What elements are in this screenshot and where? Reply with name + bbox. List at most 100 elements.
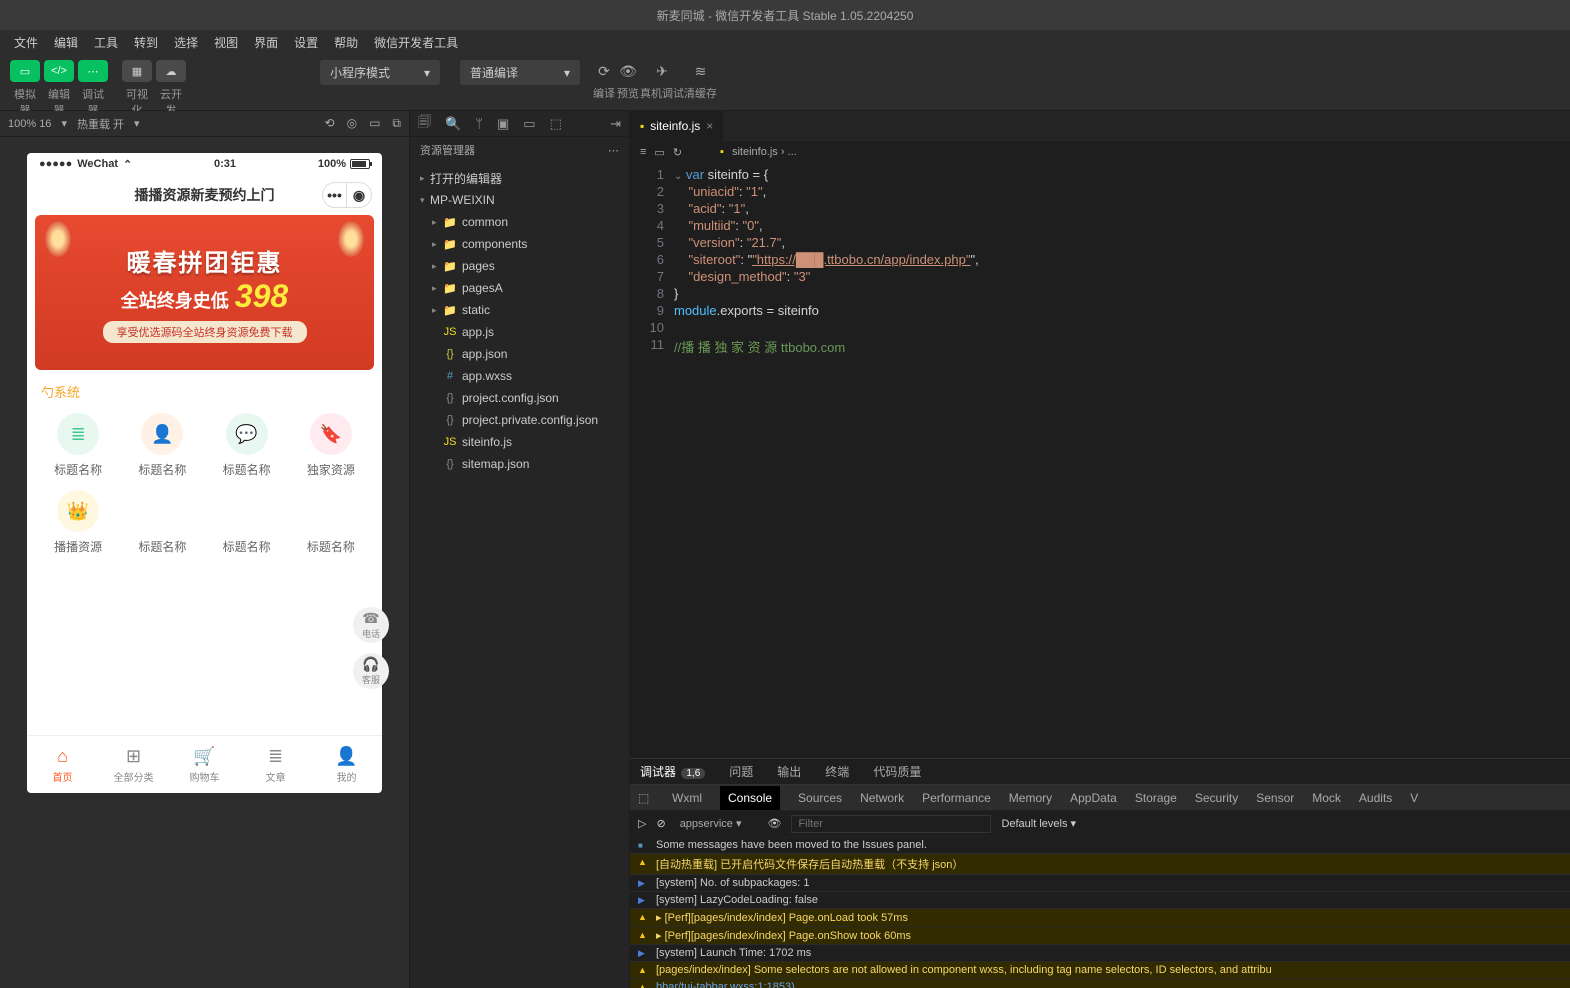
tree-item[interactable]: ▸📁common xyxy=(410,211,629,233)
cloud-button[interactable]: ☁ xyxy=(156,60,186,82)
menu-devtools[interactable]: 微信开发者工具 xyxy=(366,31,466,54)
tree-item[interactable]: {}project.config.json xyxy=(410,387,629,409)
grid-item[interactable]: ≣标题名称 xyxy=(39,413,117,478)
close-icon[interactable]: × xyxy=(706,119,713,133)
menu-goto[interactable]: 转到 xyxy=(126,31,166,54)
remote-debug-button[interactable]: ✈真机调试 xyxy=(640,60,684,101)
debugger-button[interactable]: ⋯ xyxy=(78,60,108,82)
hot-reload-label[interactable]: 热重载 开 xyxy=(77,116,124,132)
search-icon[interactable]: 🔍 xyxy=(445,116,461,132)
compile-select[interactable]: 普通编译▾ xyxy=(460,60,580,85)
menu-tool[interactable]: 工具 xyxy=(86,31,126,54)
devtab-security[interactable]: Security xyxy=(1195,791,1238,805)
mode-select[interactable]: 小程序模式▾ xyxy=(320,60,440,85)
project-root[interactable]: ▾MP-WEIXIN xyxy=(410,189,629,211)
refresh-icon[interactable]: ⟲ xyxy=(325,116,335,131)
service-float-button[interactable]: 🎧客服 xyxy=(353,653,389,689)
zoom-label[interactable]: 100% 16 xyxy=(8,118,51,130)
console-output[interactable]: Some messages have been moved to the Iss… xyxy=(630,837,1570,988)
target-icon[interactable]: ◎ xyxy=(347,116,357,131)
tree-item[interactable]: ▸📁components xyxy=(410,233,629,255)
tab-item[interactable]: 👤我的 xyxy=(311,736,382,793)
inspect-icon[interactable]: ⬚ xyxy=(638,791,654,805)
tab-quality[interactable]: 代码质量 xyxy=(871,759,923,784)
devtab-console[interactable]: Console xyxy=(720,786,780,810)
tree-item[interactable]: {}project.private.config.json xyxy=(410,409,629,431)
tab-item[interactable]: ≣文章 xyxy=(240,736,311,793)
tab-item[interactable]: 🛒购物车 xyxy=(169,736,240,793)
preview-button[interactable]: 👁预览 xyxy=(616,60,640,101)
menu-settings[interactable]: 设置 xyxy=(286,31,326,54)
menu-select[interactable]: 选择 xyxy=(166,31,206,54)
editor-button[interactable]: </> xyxy=(44,60,74,82)
devtab-wxml[interactable]: Wxml xyxy=(672,791,702,805)
capsule-menu[interactable]: ••• xyxy=(323,183,347,207)
more-icon[interactable]: ⋯ xyxy=(608,144,619,157)
tree-item[interactable]: ▸📁pages xyxy=(410,255,629,277)
devtab-appdata[interactable]: AppData xyxy=(1070,791,1117,805)
tab-output[interactable]: 输出 xyxy=(775,759,803,784)
layout-icon[interactable]: ▭ xyxy=(523,116,535,132)
branch-icon[interactable]: ᛘ xyxy=(475,116,483,131)
category-icon: 🔖 xyxy=(310,413,352,455)
visual-button[interactable]: ▦ xyxy=(122,60,152,82)
tab-item[interactable]: ⌂首页 xyxy=(27,736,98,793)
grid-item[interactable]: 标题名称 xyxy=(208,490,286,555)
play-icon[interactable]: ▷ xyxy=(638,817,646,830)
devtab-network[interactable]: Network xyxy=(860,791,904,805)
cubes-icon[interactable]: ▣ xyxy=(497,116,509,132)
devtab-sources[interactable]: Sources xyxy=(798,791,842,805)
tab-siteinfo[interactable]: ▪siteinfo.js× xyxy=(630,111,724,141)
tree-item[interactable]: JSsiteinfo.js xyxy=(410,431,629,453)
stop-icon[interactable]: ⊘ xyxy=(656,817,665,830)
popout-icon[interactable]: ⧉ xyxy=(392,116,401,131)
tab-problems[interactable]: 问题 xyxy=(727,759,755,784)
filter-input[interactable] xyxy=(791,815,991,833)
device-icon[interactable]: ▭ xyxy=(369,116,380,131)
tab-terminal[interactable]: 终端 xyxy=(823,759,851,784)
devtab-audits[interactable]: Audits xyxy=(1359,791,1392,805)
tree-item[interactable]: {}sitemap.json xyxy=(410,453,629,475)
split-icon[interactable]: ▭ xyxy=(654,146,664,159)
code-editor[interactable]: ⌄var siteinfo = { "uniacid": "1", "acid"… xyxy=(674,163,979,758)
clear-cache-button[interactable]: ≋清缓存 xyxy=(684,60,717,101)
open-editors-section[interactable]: ▸打开的编辑器 xyxy=(410,167,629,189)
collapse-icon[interactable]: ⇥ xyxy=(610,116,621,132)
grid-item[interactable]: 🔖独家资源 xyxy=(292,413,370,478)
devtab-sensor[interactable]: Sensor xyxy=(1256,791,1294,805)
levels-select[interactable]: Default levels ▾ xyxy=(1001,817,1076,830)
grid-item[interactable]: 👤标题名称 xyxy=(123,413,201,478)
explorer-icon[interactable]: 🗐 xyxy=(418,113,431,135)
devtab-mock[interactable]: Mock xyxy=(1312,791,1341,805)
tab-debugger[interactable]: 调试器 1,6 xyxy=(638,759,707,784)
tree-item[interactable]: JSapp.js xyxy=(410,321,629,343)
menu-help[interactable]: 帮助 xyxy=(326,31,366,54)
tree-item[interactable]: ▸📁static xyxy=(410,299,629,321)
menu-icon[interactable]: ≡ xyxy=(640,146,646,158)
eye-icon[interactable]: 👁 xyxy=(767,817,781,830)
tree-item[interactable]: #app.wxss xyxy=(410,365,629,387)
tree-item[interactable]: ▸📁pagesA xyxy=(410,277,629,299)
menu-edit[interactable]: 编辑 xyxy=(46,31,86,54)
capsule-close[interactable]: ◉ xyxy=(347,183,371,207)
menu-ui[interactable]: 界面 xyxy=(246,31,286,54)
grid-item[interactable]: 标题名称 xyxy=(292,490,370,555)
menu-view[interactable]: 视图 xyxy=(206,31,246,54)
devtab-storage[interactable]: Storage xyxy=(1135,791,1177,805)
refresh-icon[interactable]: ↻ xyxy=(673,146,682,159)
devtab-memory[interactable]: Memory xyxy=(1009,791,1052,805)
promo-banner[interactable]: 暖春拼团钜惠 全站终身史低398 享受优选源码全站终身资源免费下载 xyxy=(35,215,374,370)
compile-button[interactable]: ⟳编译 xyxy=(592,60,616,101)
grid-item[interactable]: 💬标题名称 xyxy=(208,413,286,478)
phone-float-button[interactable]: ☎电话 xyxy=(353,607,389,643)
grid-item[interactable]: 标题名称 xyxy=(123,490,201,555)
grid-item[interactable]: 👑播播资源 xyxy=(39,490,117,555)
simulator-button[interactable]: ▭ xyxy=(10,60,40,82)
devtab-more[interactable]: V xyxy=(1410,791,1418,805)
tab-item[interactable]: ⊞全部分类 xyxy=(98,736,169,793)
tree-item[interactable]: {}app.json xyxy=(410,343,629,365)
menu-file[interactable]: 文件 xyxy=(6,31,46,54)
context-select[interactable]: appservice ▾ xyxy=(676,815,758,832)
extension-icon[interactable]: ⬚ xyxy=(550,116,562,132)
devtab-performance[interactable]: Performance xyxy=(922,791,991,805)
